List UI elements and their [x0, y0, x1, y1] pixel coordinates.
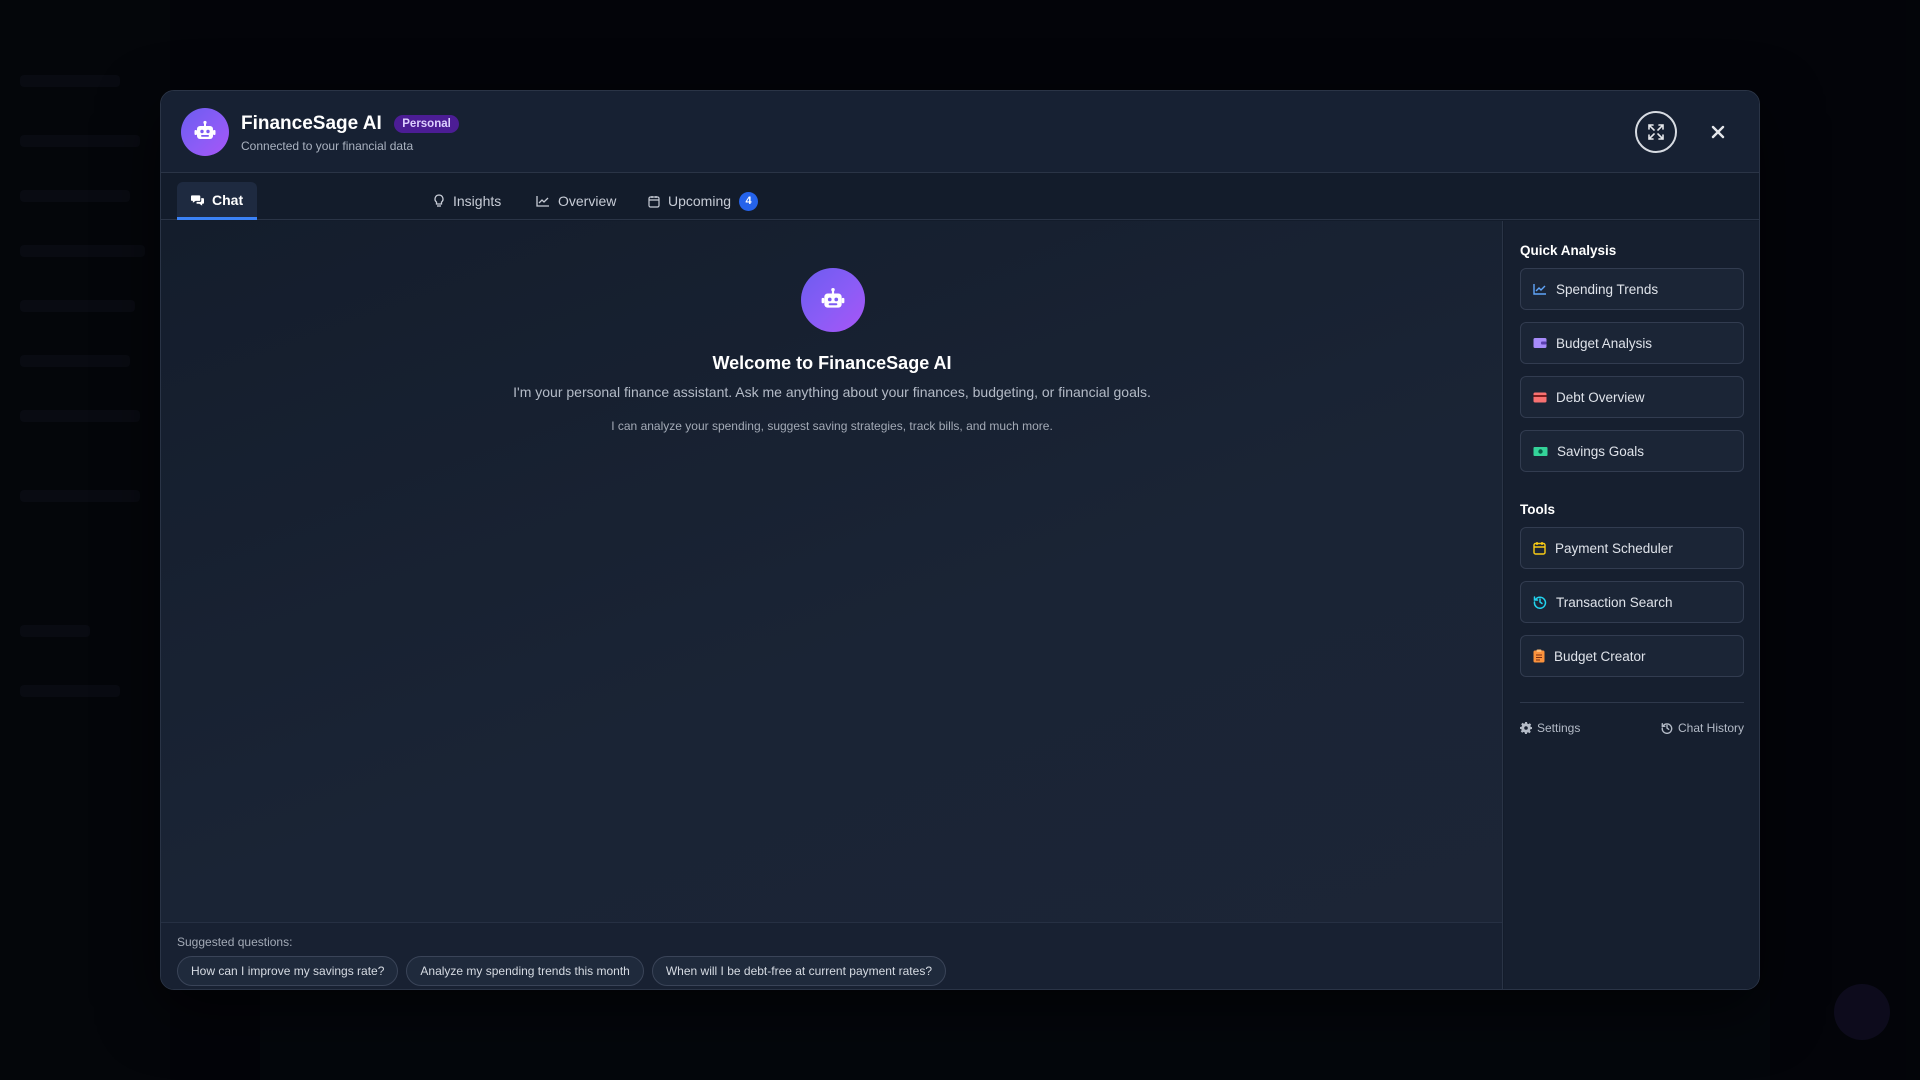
tools-sidebar: Quick Analysis Spending Trends Budget An…: [1504, 221, 1759, 989]
button-label: Debt Overview: [1556, 389, 1645, 405]
connection-status: Connected to your financial data: [241, 139, 414, 153]
tab-bar: Chat Insights Overview Upcoming 4: [161, 173, 1759, 220]
modal-header: FinanceSage AI Personal Connected to you…: [161, 91, 1759, 173]
budget-creator-button[interactable]: Budget Creator: [1520, 635, 1744, 677]
settings-link[interactable]: Settings: [1520, 721, 1580, 735]
button-label: Budget Creator: [1554, 648, 1646, 664]
lightbulb-icon: [434, 194, 444, 207]
suggestion-chip[interactable]: Analyze my spending trends this month: [406, 956, 644, 986]
clipboard-icon: [1533, 649, 1545, 663]
chat-history-link[interactable]: Chat History: [1661, 721, 1744, 735]
chat-icon: [191, 194, 204, 206]
history-icon: [1661, 723, 1673, 734]
tools-heading: Tools: [1520, 502, 1555, 517]
welcome-subtext: I can analyze your spending, suggest sav…: [611, 419, 1053, 433]
money-icon: [1533, 446, 1548, 456]
gear-icon: [1520, 722, 1532, 734]
suggestion-chips: How can I improve my savings rate? Analy…: [177, 956, 946, 986]
chart-line-icon: [1533, 284, 1546, 295]
app-title: FinanceSage AI: [241, 113, 382, 134]
suggestion-chip[interactable]: How can I improve my savings rate?: [177, 956, 399, 986]
suggested-questions: Suggested questions: How can I improve m…: [161, 922, 1502, 989]
welcome-title: Welcome to FinanceSage AI: [712, 353, 952, 373]
wallet-icon: [1533, 338, 1547, 348]
assistant-modal: FinanceSage AI Personal Connected to you…: [160, 90, 1760, 990]
robot-icon: [801, 268, 865, 332]
header-title-group: FinanceSage AI Personal Connected to you…: [241, 113, 459, 153]
savings-goals-button[interactable]: Savings Goals: [1520, 430, 1744, 472]
suggestion-chip[interactable]: When will I be debt-free at current paym…: [651, 956, 946, 986]
calendar-icon: [1533, 542, 1546, 555]
robot-icon: [181, 108, 229, 156]
tab-upcoming[interactable]: Upcoming 4: [634, 182, 772, 220]
credit-card-icon: [1533, 392, 1547, 402]
transaction-search-button[interactable]: Transaction Search: [1520, 581, 1744, 623]
payment-scheduler-button[interactable]: Payment Scheduler: [1520, 527, 1744, 569]
spending-trends-button[interactable]: Spending Trends: [1520, 268, 1744, 310]
plan-badge: Personal: [394, 115, 459, 133]
upcoming-count-badge: 4: [739, 191, 759, 211]
expand-icon: [1648, 124, 1664, 140]
tab-label: Insights: [453, 193, 502, 209]
button-label: Transaction Search: [1556, 594, 1673, 610]
chart-line-icon: [536, 196, 549, 207]
tab-label: Upcoming: [668, 193, 732, 209]
calendar-icon: [648, 195, 660, 208]
quick-analysis-heading: Quick Analysis: [1520, 243, 1617, 258]
button-label: Budget Analysis: [1556, 335, 1653, 351]
close-icon: [1711, 125, 1725, 139]
history-icon: [1533, 596, 1547, 609]
tab-label: Overview: [558, 193, 617, 209]
close-button[interactable]: [1703, 117, 1733, 147]
budget-analysis-button[interactable]: Budget Analysis: [1520, 322, 1744, 364]
expand-button[interactable]: [1635, 111, 1677, 153]
chat-panel: Welcome to FinanceSage AI I'm your perso…: [161, 221, 1503, 989]
welcome-text: I'm your personal finance assistant. Ask…: [513, 384, 1151, 400]
chat-history-label: Chat History: [1678, 721, 1745, 735]
button-label: Savings Goals: [1557, 443, 1645, 459]
tab-insights[interactable]: Insights: [419, 182, 515, 220]
sidebar-divider: [1520, 702, 1744, 703]
suggested-questions-label: Suggested questions:: [177, 935, 293, 949]
tab-overview[interactable]: Overview: [522, 182, 630, 220]
button-label: Payment Scheduler: [1555, 540, 1673, 556]
tab-label: Chat: [212, 191, 244, 208]
debt-overview-button[interactable]: Debt Overview: [1520, 376, 1744, 418]
tab-chat[interactable]: Chat: [177, 182, 258, 220]
settings-label: Settings: [1537, 721, 1581, 735]
button-label: Spending Trends: [1556, 281, 1659, 297]
